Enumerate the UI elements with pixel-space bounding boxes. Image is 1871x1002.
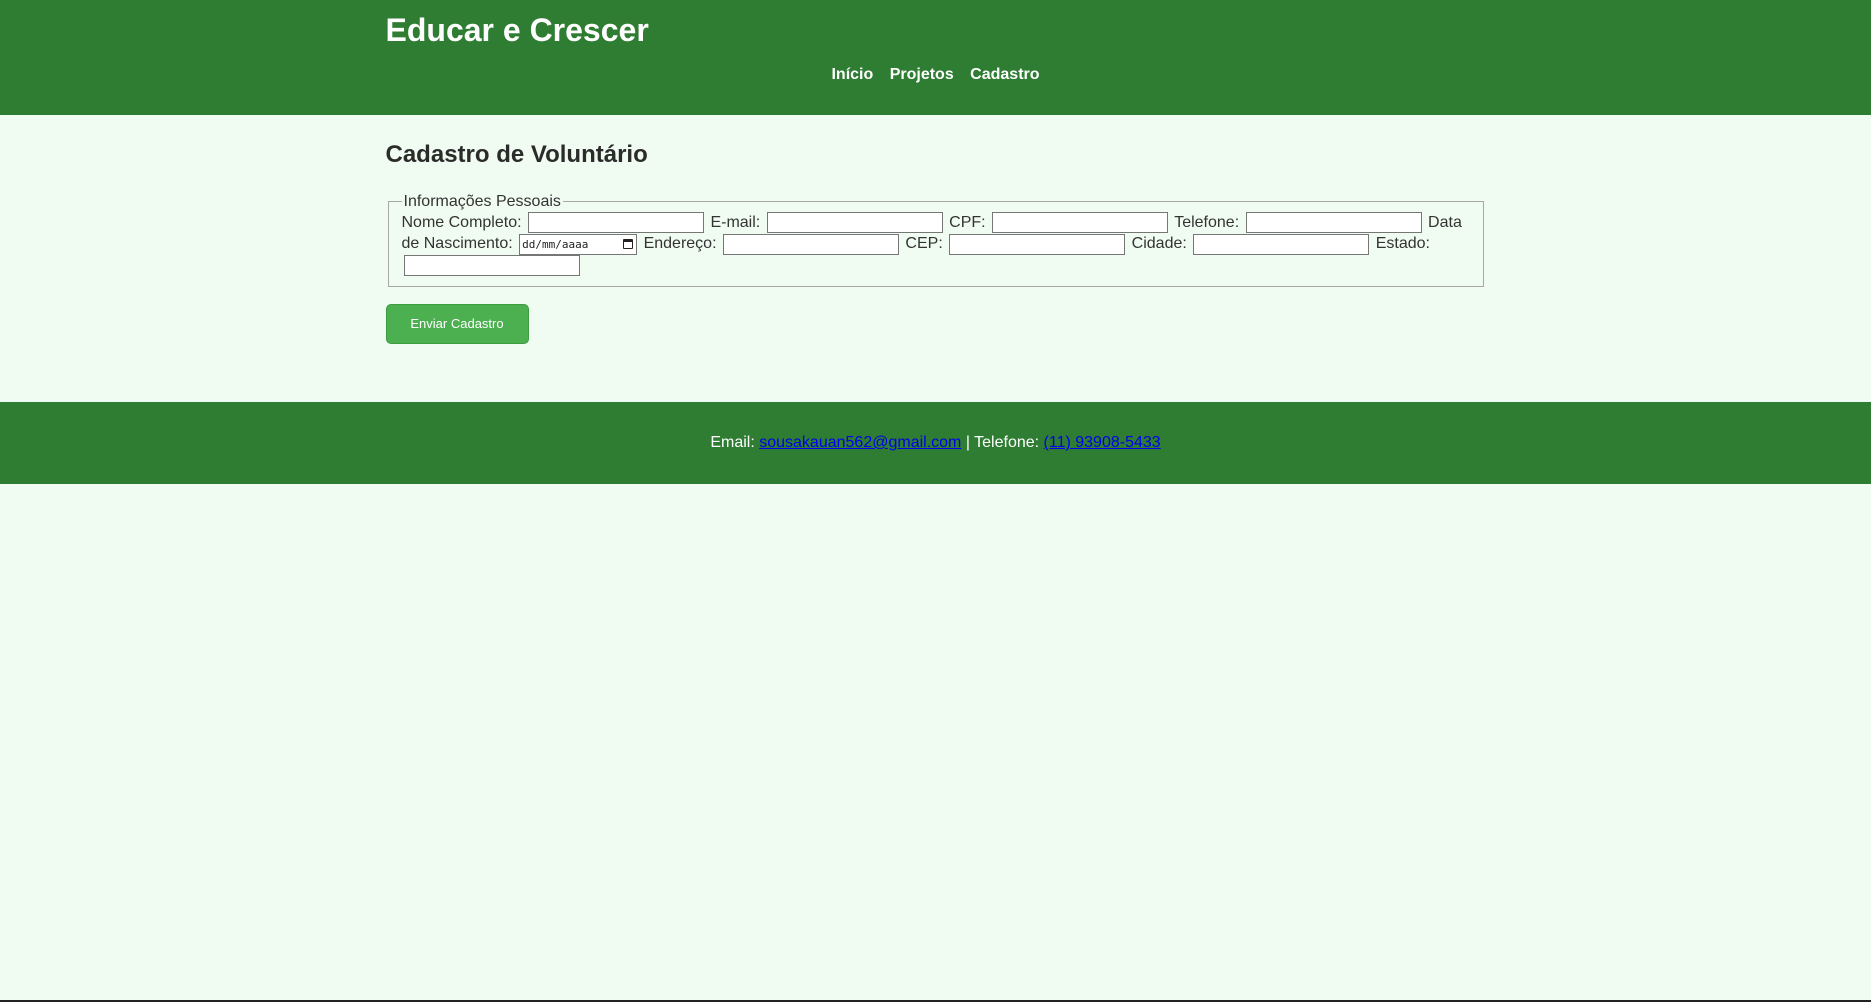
calendar-icon[interactable]: [623, 238, 634, 249]
cep-input[interactable]: [949, 233, 1126, 255]
date-placeholder: dd/mm/aaaa: [522, 237, 589, 251]
cpf-label: CPF:: [949, 214, 986, 231]
footer-separator: |: [965, 434, 970, 451]
nav-link-cadastro[interactable]: Cadastro: [970, 66, 1039, 83]
endereco-label: Endereço:: [643, 235, 717, 253]
footer-email-label: Email:: [710, 434, 755, 451]
nascimento-date-input[interactable]: dd/mm/aaaa: [519, 233, 638, 255]
header-container: Educar e Crescer Início Projetos Cadastr…: [386, 12, 1486, 84]
telefone-input[interactable]: [1245, 212, 1422, 234]
site-title: Educar e Crescer: [385, 12, 649, 48]
main-nav: Início Projetos Cadastro: [386, 66, 1486, 84]
submit-button[interactable]: Enviar Cadastro: [385, 303, 529, 344]
nome-input[interactable]: [528, 212, 704, 234]
site-header: Educar e Crescer Início Projetos Cadastr…: [0, 0, 1871, 115]
main-content: Cadastro de Voluntário Informações Pesso…: [0, 115, 1871, 370]
footer-phone-link[interactable]: (11) 93908-5433: [1044, 434, 1161, 451]
nav-link-inicio[interactable]: Início: [831, 66, 873, 83]
main-container: Cadastro de Voluntário Informações Pesso…: [385, 135, 1486, 344]
fieldset-legend: Informações Pessoais: [403, 193, 561, 210]
endereco-input[interactable]: [722, 233, 899, 255]
email-input[interactable]: [766, 212, 943, 234]
estado-label: Estado:: [1375, 235, 1430, 253]
cep-label: CEP:: [905, 235, 943, 253]
email-label: E-mail:: [710, 214, 761, 231]
telefone-label: Telefone:: [1174, 214, 1240, 231]
nav-link-projetos[interactable]: Projetos: [890, 66, 954, 83]
personal-info-fieldset: Informações Pessoais Nome Completo: E-ma…: [387, 191, 1484, 287]
footer-email-link[interactable]: sousakauan562@gmail.com: [759, 434, 961, 451]
volunteer-form: Informações Pessoais Nome Completo: E-ma…: [385, 191, 1486, 344]
site-footer: Email: sousakauan562@gmail.com | Telefon…: [0, 402, 1871, 484]
estado-input[interactable]: [403, 254, 580, 276]
cidade-label: Cidade:: [1131, 235, 1187, 253]
cpf-input[interactable]: [992, 212, 1169, 234]
nome-label: Nome Completo:: [401, 214, 522, 231]
footer-phone-label: Telefone:: [974, 434, 1040, 451]
page-title: Cadastro de Voluntário: [385, 141, 648, 168]
cidade-input[interactable]: [1193, 233, 1370, 255]
